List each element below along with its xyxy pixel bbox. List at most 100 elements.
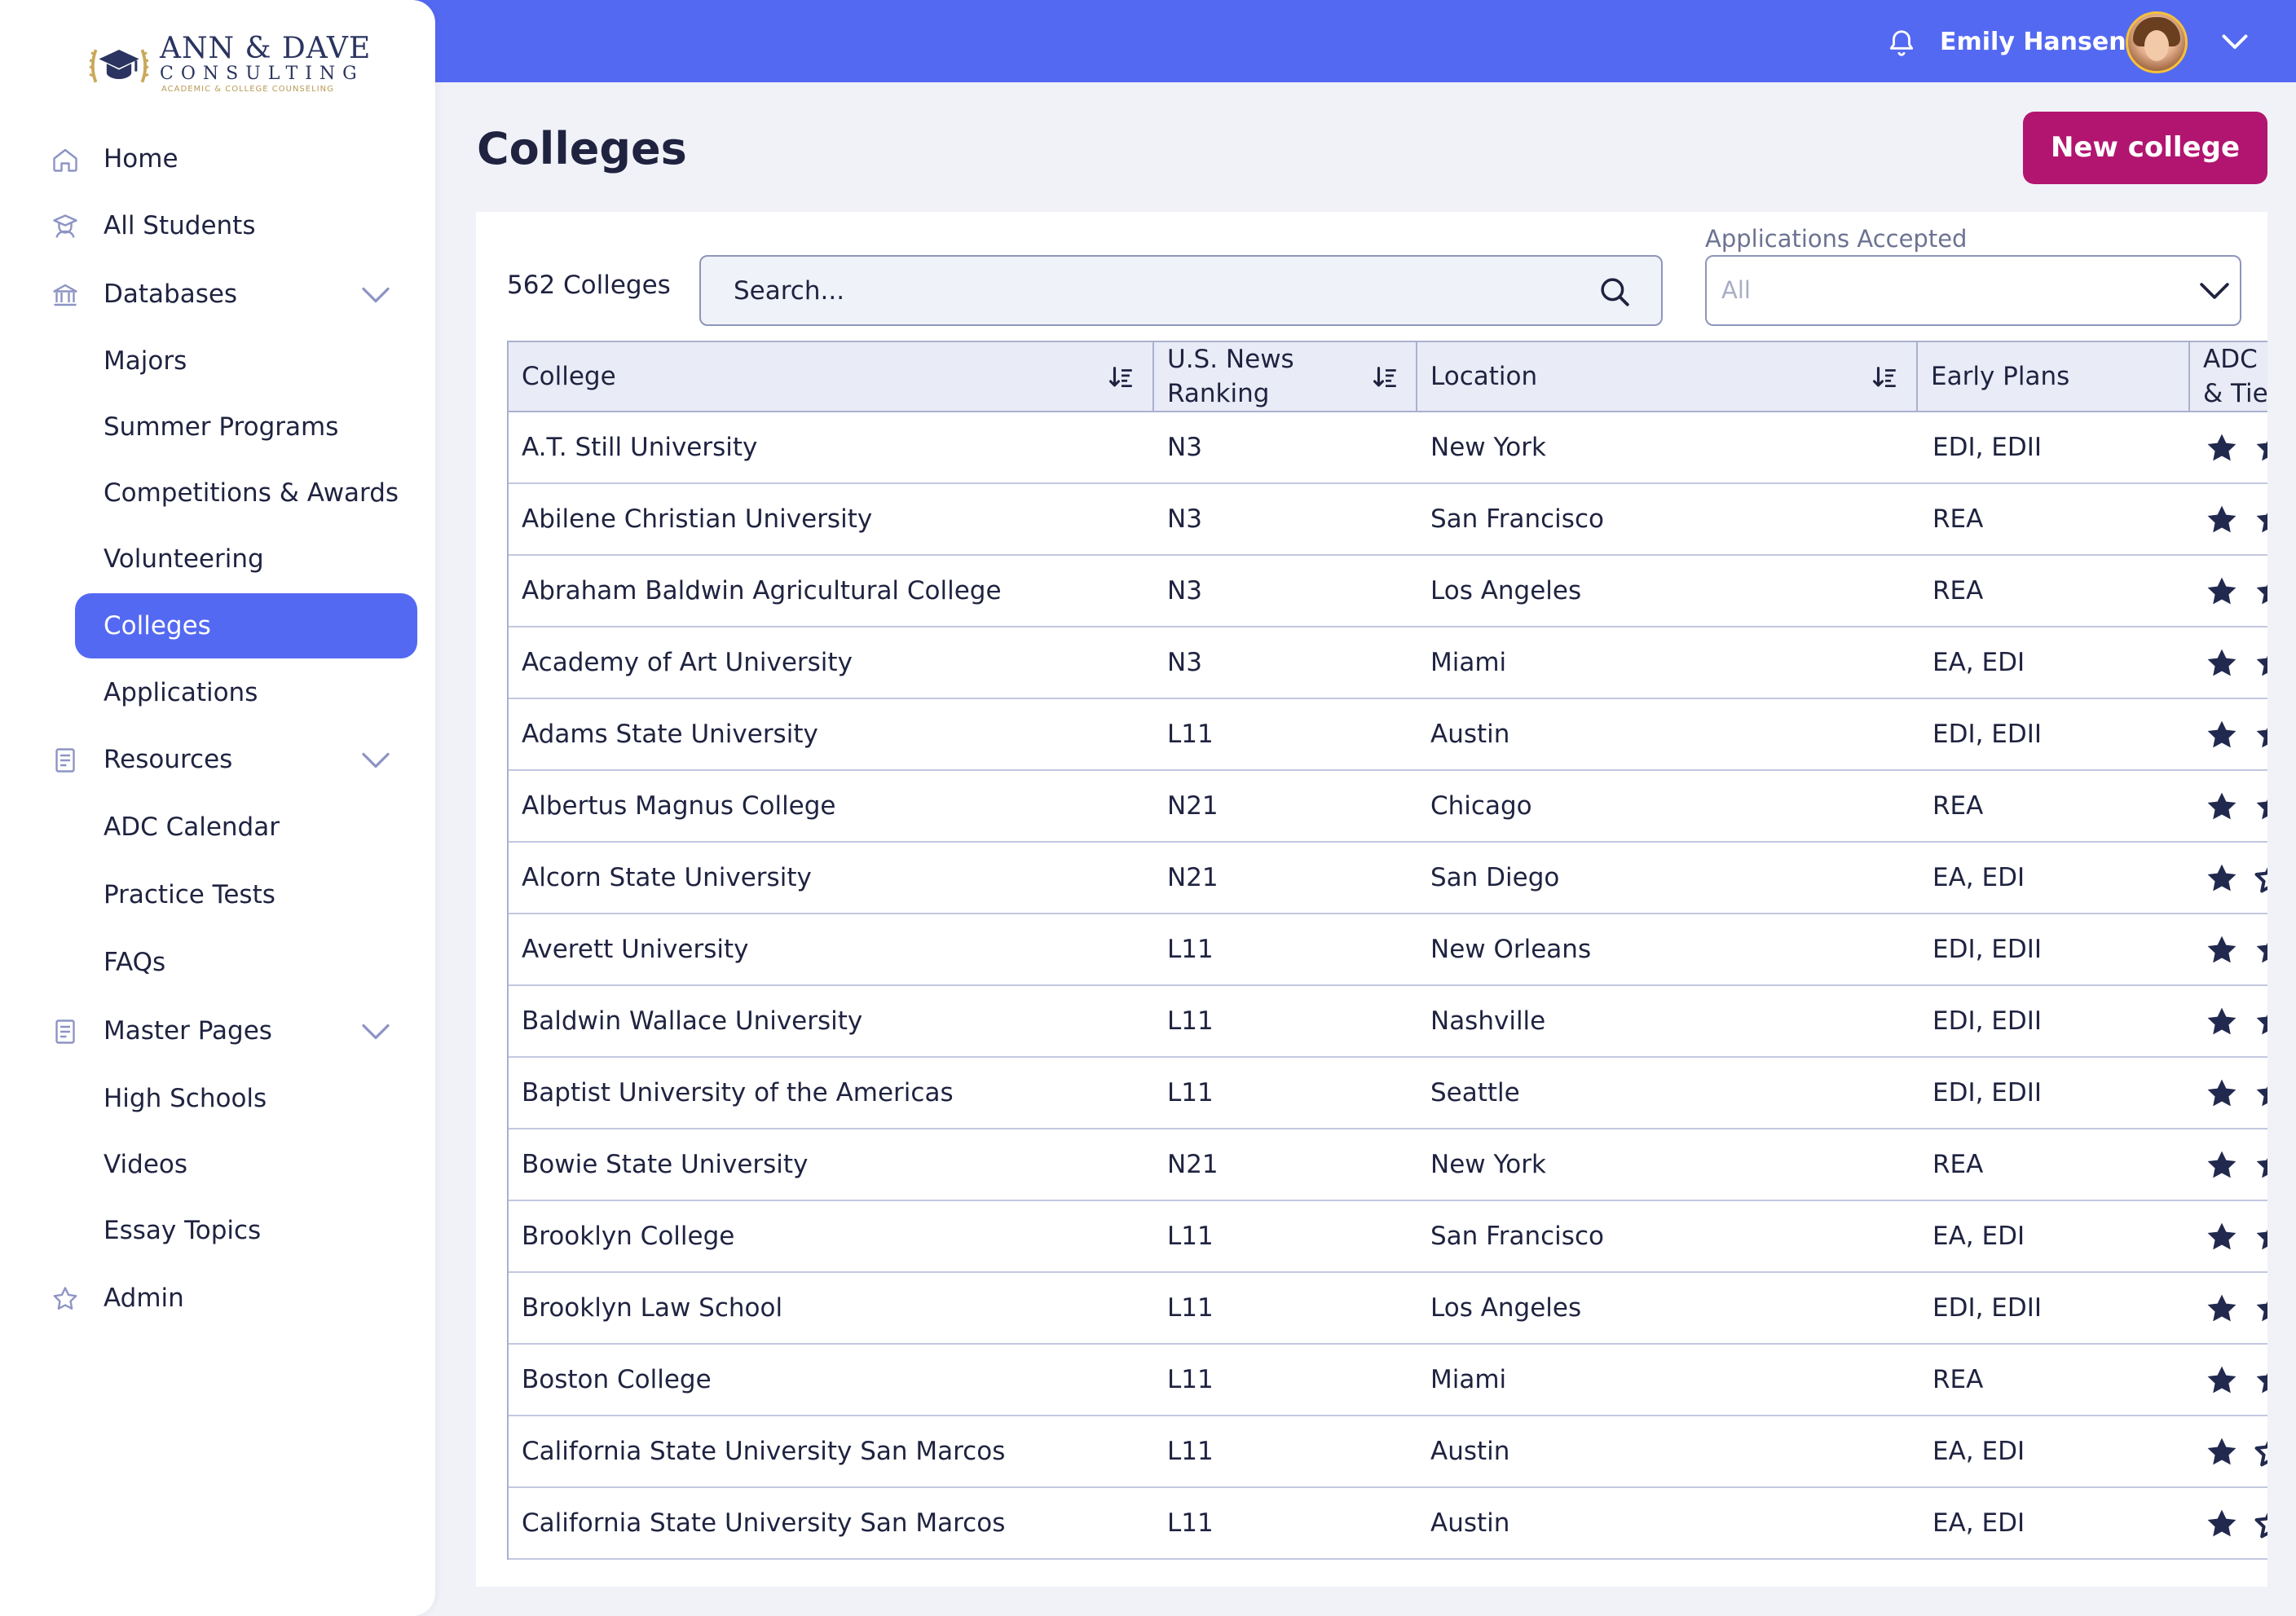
sidebar-item-admin[interactable]: Admin (0, 1274, 435, 1323)
cell-college[interactable]: Bowie State University (522, 1129, 808, 1200)
star-filled-icon[interactable] (2202, 1506, 2241, 1542)
sidebar-item-volunteering[interactable]: Volunteering (0, 535, 435, 583)
chevron-down-icon[interactable] (361, 286, 390, 304)
search-box[interactable] (699, 255, 1663, 326)
sidebar-item-colleges[interactable]: Colleges (0, 593, 435, 658)
cell-college[interactable]: California State University San Marcos (522, 1488, 1005, 1558)
cell-college[interactable]: Boston College (522, 1345, 712, 1415)
star-filled-icon[interactable] (2202, 1363, 2241, 1398)
user-name[interactable]: Emily Hansen (1940, 24, 2126, 60)
applications-accepted-select[interactable]: All (1705, 255, 2241, 326)
column-header-early-plans[interactable]: Early Plans (1918, 342, 2190, 411)
sidebar-item-essay-topics[interactable]: Essay Topics (0, 1206, 435, 1255)
star-filled-icon[interactable] (2251, 574, 2267, 610)
star-filled-icon[interactable] (2251, 1004, 2267, 1040)
star-filled-icon[interactable] (2202, 789, 2241, 825)
table-row[interactable]: Abraham Baldwin Agricultural College N3 Lo… (509, 556, 2267, 627)
table-row[interactable]: California State University San Marcos L1… (509, 1416, 2267, 1488)
cell-college[interactable]: Albertus Magnus College (522, 771, 836, 841)
sort-icon[interactable] (1107, 363, 1136, 391)
table-row[interactable]: California State University San Marcos L1… (509, 1488, 2267, 1560)
star-filled-icon[interactable] (2251, 1363, 2267, 1398)
table-row[interactable]: Baptist University of the Americas L11 Sea… (509, 1058, 2267, 1129)
sidebar-item-summer-programs[interactable]: Summer Programs (0, 403, 435, 451)
column-header-adc[interactable]: ADC F & Tier (2190, 342, 2267, 411)
logo[interactable]: ANN & DAVE CONSULTING ACADEMIC & COLLEGE… (88, 31, 370, 96)
star-filled-icon[interactable] (2202, 1076, 2241, 1112)
sidebar-item-all-students[interactable]: All Students (0, 201, 435, 250)
star-filled-icon[interactable] (2202, 574, 2241, 610)
sidebar-item-master-pages[interactable]: Master Pages (0, 1006, 435, 1055)
star-filled-icon[interactable] (2251, 789, 2267, 825)
sidebar-item-faqs[interactable]: FAQs (0, 938, 435, 987)
table-row[interactable]: Albertus Magnus College N21 Chicago REA (509, 771, 2267, 843)
table-row[interactable]: Academy of Art University N3 Miami EA, EDI (509, 627, 2267, 699)
chevron-down-icon[interactable] (2219, 28, 2251, 57)
star-filled-icon[interactable] (2202, 932, 2241, 968)
star-filled-icon[interactable] (2202, 1147, 2241, 1183)
chevron-down-icon[interactable] (361, 751, 390, 769)
star-filled-icon[interactable] (2202, 502, 2241, 538)
sidebar-item-competitions-awards[interactable]: Competitions & Awards (0, 469, 435, 517)
sidebar-item-videos[interactable]: Videos (0, 1140, 435, 1189)
sidebar-item-majors[interactable]: Majors (0, 337, 435, 385)
chevron-down-icon[interactable] (361, 1023, 390, 1041)
star-filled-icon[interactable] (2251, 1076, 2267, 1112)
cell-college[interactable]: Adams State University (522, 699, 818, 769)
sidebar-item-practice-tests[interactable]: Practice Tests (0, 870, 435, 919)
table-row[interactable]: Adams State University L11 Austin EDI, EDII (509, 699, 2267, 771)
table-row[interactable]: Alcorn State University N21 San Diego EA, E… (509, 843, 2267, 914)
avatar[interactable] (2126, 11, 2188, 73)
star-filled-icon[interactable] (2251, 717, 2267, 753)
cell-college[interactable]: California State University San Marcos (522, 1416, 1005, 1486)
cell-college[interactable]: Abraham Baldwin Agricultural College (522, 556, 1002, 626)
star-filled-icon[interactable] (2202, 717, 2241, 753)
cell-college[interactable]: Alcorn State University (522, 843, 812, 913)
table-row[interactable]: Brooklyn Law School L11 Los Angeles EDI, ED… (509, 1273, 2267, 1345)
star-filled-icon[interactable] (2202, 1291, 2241, 1327)
cell-college[interactable]: A.T. Still University (522, 412, 757, 482)
sort-icon[interactable] (1371, 363, 1400, 391)
sidebar-item-databases[interactable]: Databases (0, 270, 435, 319)
table-row[interactable]: Abilene Christian University N3 San Franci… (509, 484, 2267, 556)
sidebar-item-resources[interactable]: Resources (0, 735, 435, 784)
star-filled-icon[interactable] (2251, 1291, 2267, 1327)
star-filled-icon[interactable] (2202, 1004, 2241, 1040)
sort-icon[interactable] (1871, 363, 1900, 391)
column-header-location[interactable]: Location (1417, 342, 1918, 411)
table-row[interactable]: Brooklyn College L11 San Francisco EA, EDI (509, 1201, 2267, 1273)
cell-college[interactable]: Averett University (522, 914, 749, 984)
sidebar-item-adc-calendar[interactable]: ADC Calendar (0, 803, 435, 852)
cell-college[interactable]: Abilene Christian University (522, 484, 872, 554)
sidebar-item-high-schools[interactable]: High Schools (0, 1074, 435, 1123)
star-filled-icon[interactable] (2251, 1219, 2267, 1255)
cell-college[interactable]: Baldwin Wallace University (522, 986, 862, 1056)
star-filled-icon[interactable] (2202, 1219, 2241, 1255)
sidebar-item-home[interactable]: Home (0, 134, 435, 183)
column-header-ranking[interactable]: U.S. News Ranking (1154, 342, 1417, 411)
cell-college[interactable]: Baptist University of the Americas (522, 1058, 954, 1128)
star-filled-icon[interactable] (2202, 861, 2241, 896)
cell-college[interactable]: Brooklyn Law School (522, 1273, 782, 1343)
table-row[interactable]: Bowie State University N21 New York REA (509, 1129, 2267, 1201)
star-outline-icon[interactable] (2251, 861, 2267, 896)
bell-icon[interactable] (1886, 27, 1917, 59)
star-outline-icon[interactable] (2251, 1434, 2267, 1470)
new-college-button[interactable]: New college (2023, 112, 2267, 184)
star-filled-icon[interactable] (2251, 1147, 2267, 1183)
star-outline-icon[interactable] (2251, 1506, 2267, 1542)
search-icon[interactable] (1598, 275, 1632, 309)
cell-college[interactable]: Brooklyn College (522, 1201, 734, 1271)
star-filled-icon[interactable] (2251, 932, 2267, 968)
table-row[interactable]: Averett University L11 New Orleans EDI, EDI… (509, 914, 2267, 986)
search-input[interactable] (732, 270, 1580, 312)
table-row[interactable]: Baldwin Wallace University L11 Nashville ED… (509, 986, 2267, 1058)
star-filled-icon[interactable] (2202, 430, 2241, 466)
sidebar-item-applications[interactable]: Applications (0, 668, 435, 717)
star-filled-icon[interactable] (2251, 430, 2267, 466)
star-filled-icon[interactable] (2202, 645, 2241, 681)
table-row[interactable]: A.T. Still University N3 New York EDI, EDII (509, 412, 2267, 484)
star-filled-icon[interactable] (2251, 502, 2267, 538)
star-filled-icon[interactable] (2251, 645, 2267, 681)
column-header-college[interactable]: College (509, 342, 1154, 411)
